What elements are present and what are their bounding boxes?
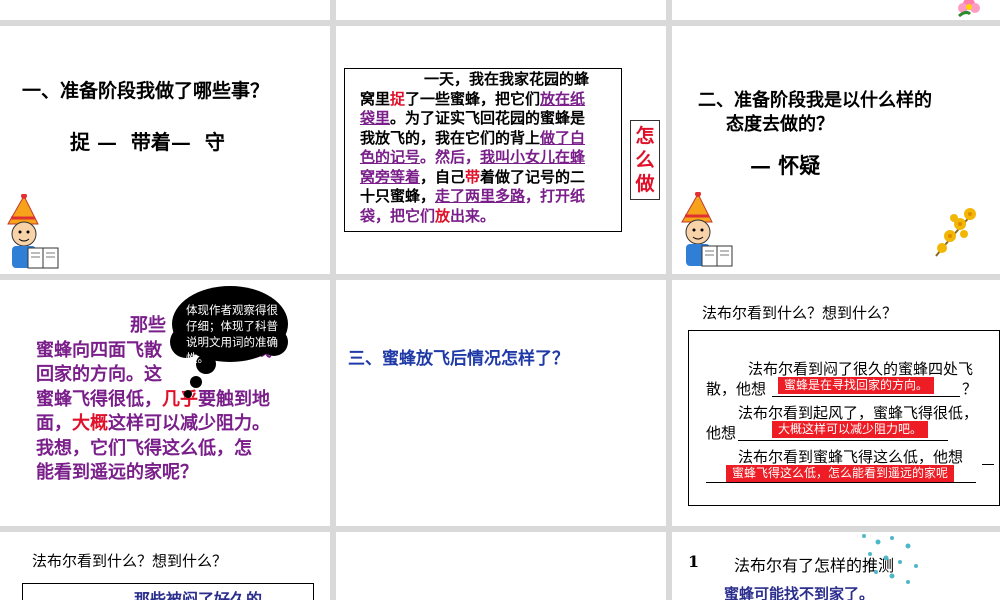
slide-title: 一、准备阶段我做了哪些事？ <box>22 80 270 102</box>
slide-inference[interactable]: 1 法布尔有了怎样的推测 蜜蜂可能找不到家了。 <box>672 532 1000 600</box>
slide-top-right[interactable] <box>672 0 1000 20</box>
flower-icon <box>958 0 980 18</box>
excerpt-preview: 那些被闷了好久的 <box>134 590 263 600</box>
thought-bubble-text: 体现作者观察得很仔细；体现了科普说明文用词的准确性。 <box>186 303 278 365</box>
slide-how-to-do[interactable]: 一天，我在我家花园的蜂 窝里捉了一些蜜蜂，把它们放在纸 袋里。为了证实飞回花园的… <box>336 26 666 274</box>
row2-blank <box>738 440 948 441</box>
cartoon-boy-reading-icon <box>681 192 733 267</box>
slide-preparation-attitude[interactable]: 二、准备阶段我是以什么样的 态度去做的？ — 怀疑 <box>672 26 1000 274</box>
cartoon-boy-reading-icon <box>7 194 59 269</box>
item-number: 1 <box>688 552 700 571</box>
slide-title-line1: 二、准备阶段我是以什么样的 <box>698 90 932 111</box>
slide-top-left[interactable] <box>0 0 330 20</box>
slide-blank[interactable] <box>336 532 666 600</box>
row2-line2: 他想 <box>706 424 737 442</box>
row1-line2: 散，他想 <box>706 380 767 398</box>
slide-title-line2: 态度去做的？ <box>726 114 834 135</box>
slide-title: 法布尔看到什么？想到什么？ <box>32 552 228 570</box>
attitude-answer: — 怀疑 <box>750 153 821 178</box>
row2-line1: 法布尔看到起风了，蜜蜂飞得很低， <box>738 404 979 422</box>
row1-answer: 蜜蜂是在寻找回家的方向。 <box>778 377 935 394</box>
row3-blank-b <box>706 482 976 483</box>
slide-top-middle[interactable] <box>336 0 666 20</box>
section-question: 三、蜜蜂放飞后情况怎样了？ <box>348 349 569 369</box>
row3-blank-a <box>982 464 994 465</box>
slide-see-and-think-2[interactable]: 法布尔看到什么？想到什么？ 那些被闷了好久的 <box>0 532 330 600</box>
row2-answer: 大概这样可以减少阻力吧。 <box>772 421 929 438</box>
slide-after-release[interactable]: 三、蜜蜂放飞后情况怎样了？ <box>336 280 666 526</box>
row1-blank <box>772 396 960 397</box>
row3-line1: 法布尔看到蜜蜂飞得这么低，他想 <box>738 448 964 466</box>
yellow-flower-icon <box>935 208 976 257</box>
slide-excerpt-observation[interactable]: 那些 蜜蜂向四面飞散找 回家的方向。这 蜜蜂飞得很低，几乎要触到地 面，大概这样… <box>0 280 330 526</box>
row3-answer: 蜜蜂飞得这么低，怎么能看到遥远的家呢 <box>726 465 955 482</box>
slide-preparation-actions[interactable]: 一、准备阶段我做了哪些事？ 捉 — 带着— 守 <box>0 26 330 274</box>
how-to-do-label: 怎么做 <box>630 120 660 200</box>
action-steps: 捉 — 带着— 守 <box>70 130 225 154</box>
excerpt-text: 一天，我在我家花园的蜂 窝里捉了一些蜜蜂，把它们放在纸 袋里。为了证实飞回花园的… <box>360 70 590 225</box>
slide-see-and-think[interactable]: 法布尔看到什么？想到什么？ 法布尔看到闷了很久的蜜蜂四处飞 散，他想 ？ 蜜蜂是… <box>672 280 1000 526</box>
row1-end: ？ <box>962 380 978 398</box>
slide-title: 法布尔看到什么？想到什么？ <box>702 304 898 322</box>
confetti-dots-icon <box>862 534 918 584</box>
row1-line1: 法布尔看到闷了很久的蜜蜂四处飞 <box>748 360 974 378</box>
